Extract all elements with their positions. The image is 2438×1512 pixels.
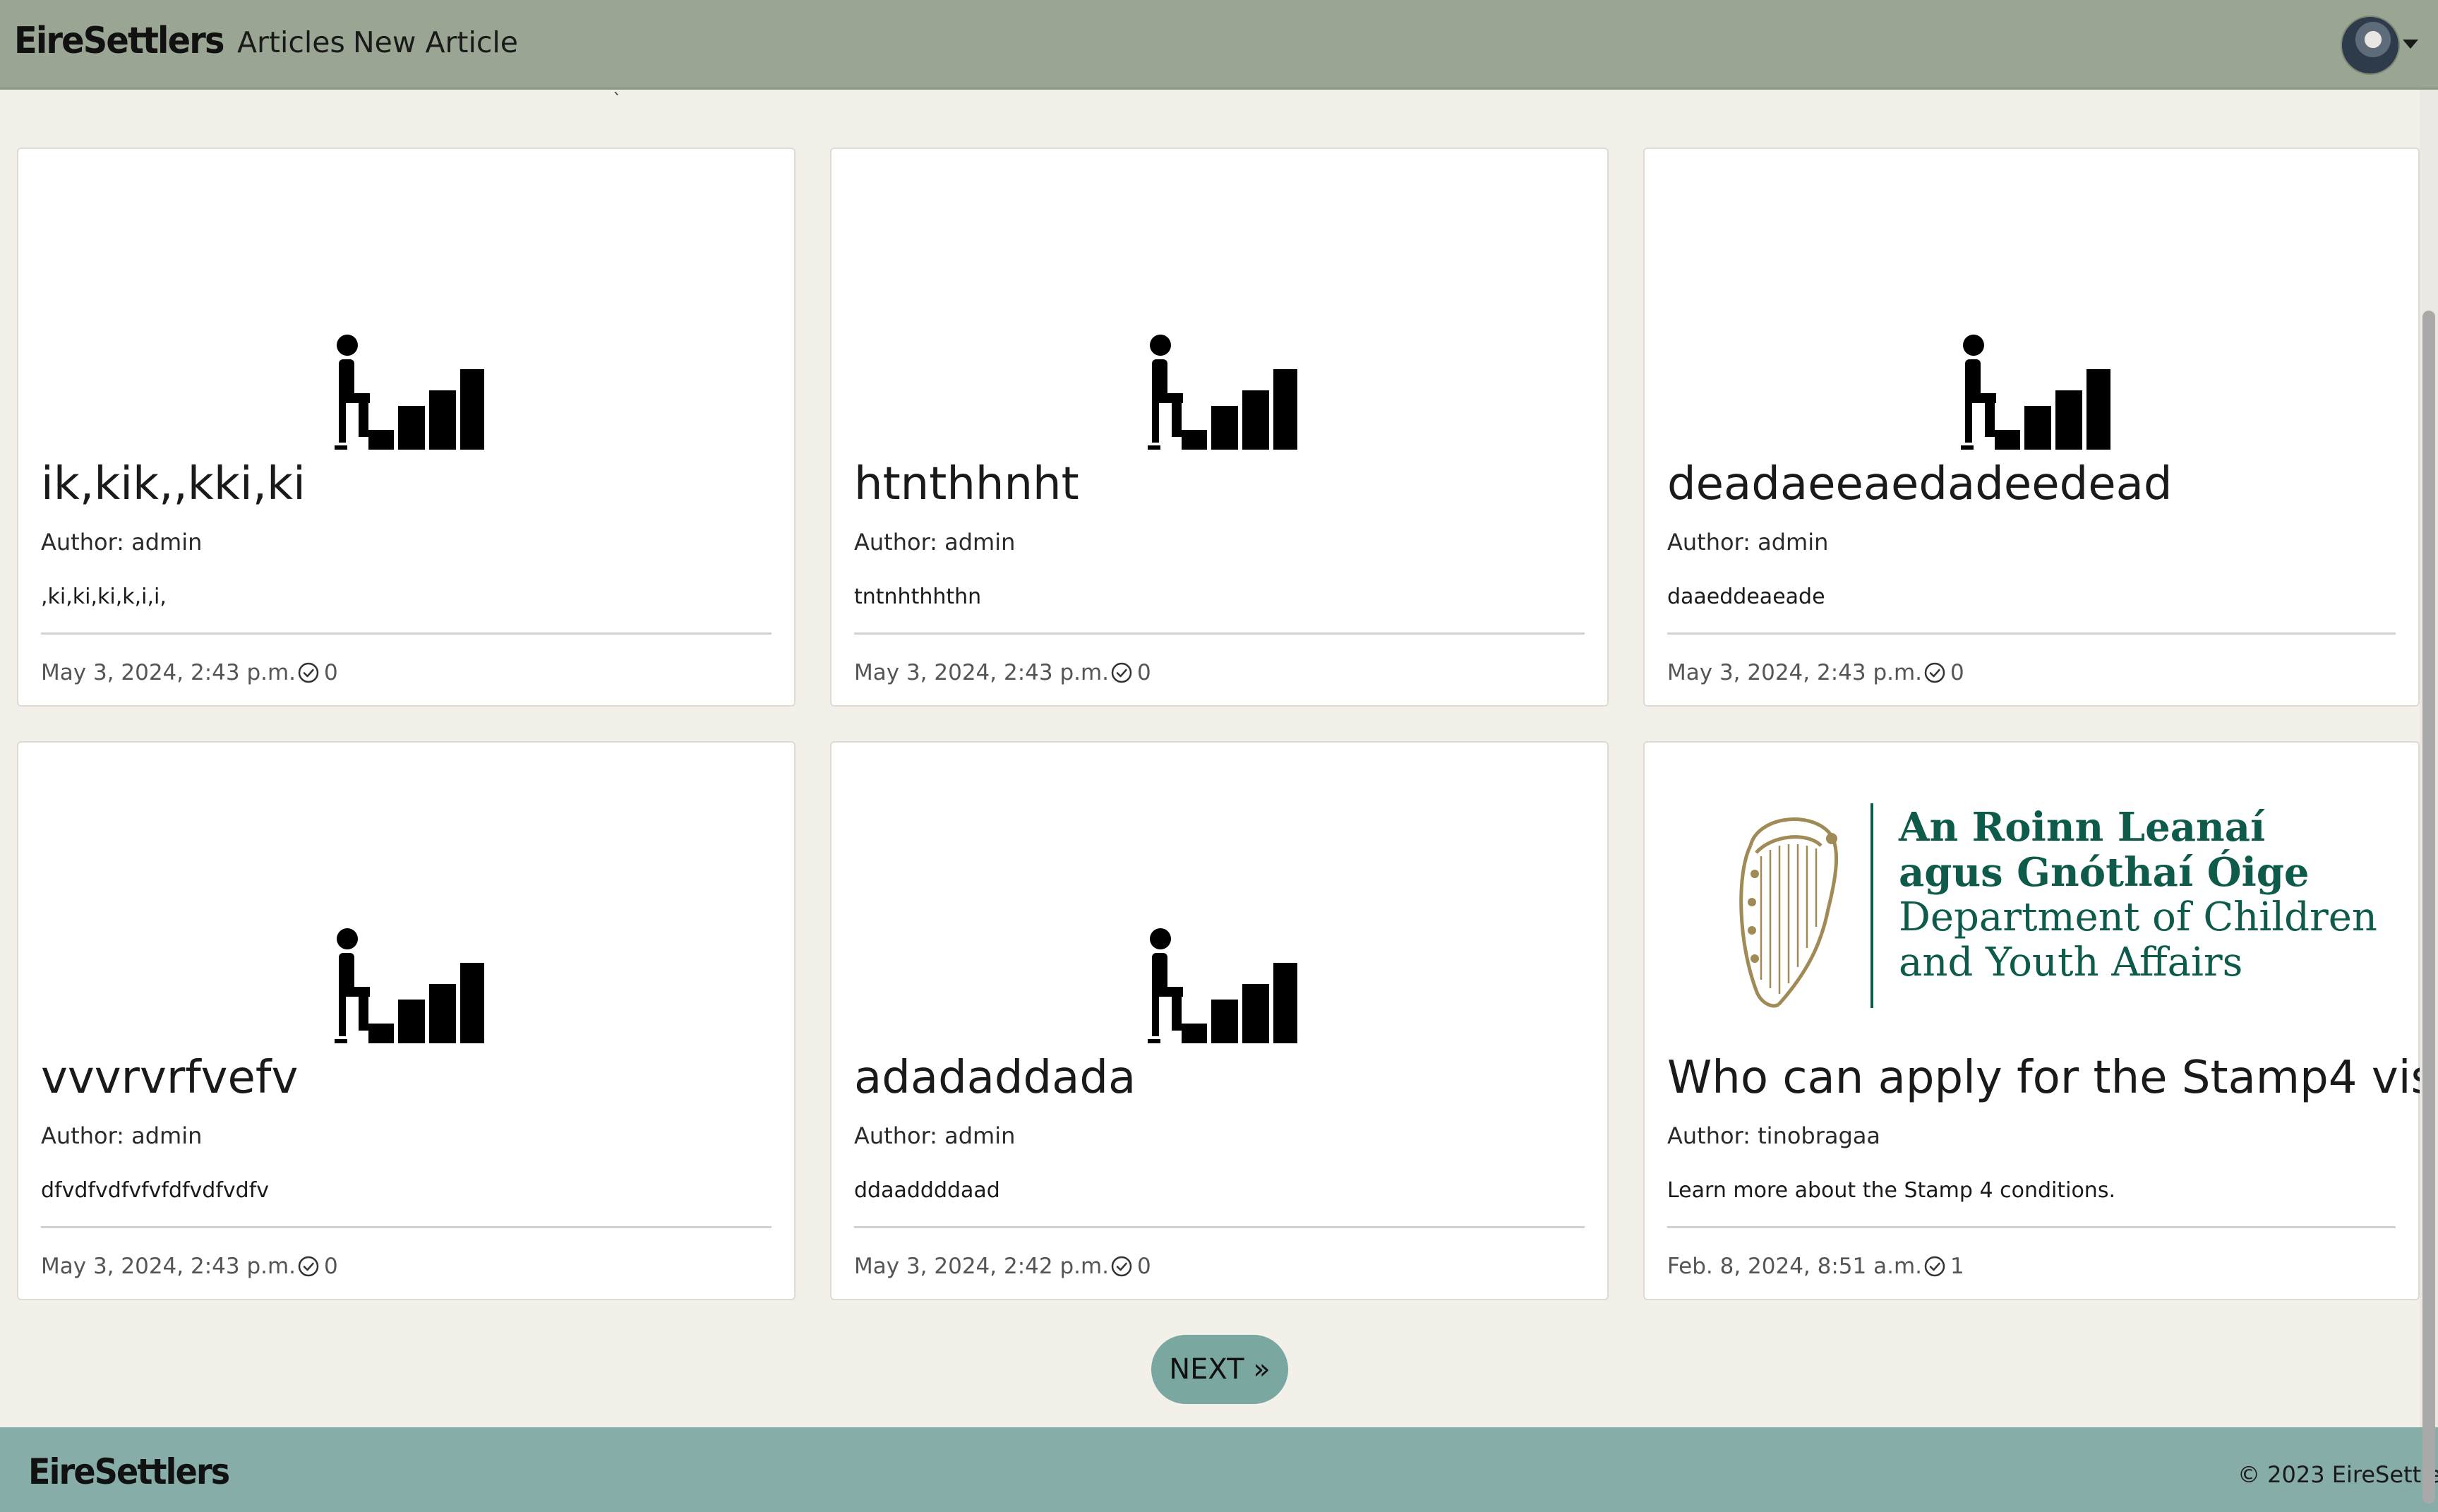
article-date: May 3, 2024, 2:43 p.m. [1667, 660, 1923, 685]
article-card[interactable]: htnthhnht Author: admin tntnhthhthn May … [830, 148, 1609, 707]
chevron-down-icon[interactable] [2403, 40, 2418, 49]
article-meta: Feb. 8, 2024, 8:51 a.m. 1 [1667, 1254, 1964, 1279]
check-circle-icon [1111, 1256, 1132, 1277]
dept-line-3: Department of Children [1899, 894, 2377, 940]
article-author: Author: admin [41, 1122, 203, 1149]
article-thumbnail [18, 743, 794, 1043]
approval-count: 0 [1137, 1254, 1151, 1279]
dept-line-2: agus Gnóthaí Óige [1899, 849, 2310, 896]
stairs-icon [1961, 335, 2110, 450]
article-author: Author: admin [1667, 529, 1829, 556]
check-circle-icon [1924, 1256, 1945, 1277]
article-date: May 3, 2024, 2:43 p.m. [854, 660, 1110, 685]
approval-count: 0 [324, 660, 338, 685]
stairs-icon [335, 335, 484, 450]
article-meta: May 3, 2024, 2:42 p.m. 0 [854, 1254, 1151, 1279]
article-thumbnail [831, 149, 1607, 450]
article-card[interactable]: adadaddada Author: admin ddaaddddaad May… [830, 741, 1609, 1300]
article-card[interactable]: ik,kik,,kki,ki Author: admin ,ki,ki,ki,k… [17, 148, 795, 707]
article-author: Author: admin [854, 529, 1016, 556]
department-logo: An Roinn Leanaí agus Gnóthaí Óige Depart… [1729, 803, 2377, 1015]
nav-link-new-article[interactable]: New Article [353, 25, 518, 59]
dept-line-4: and Youth Affairs [1899, 940, 2243, 985]
next-page-button[interactable]: NEXT » [1151, 1335, 1288, 1404]
check-circle-icon [1111, 662, 1132, 683]
logo-divider [1870, 803, 1873, 1008]
check-circle-icon [298, 1256, 319, 1277]
harp-icon [1739, 817, 1838, 1008]
footer-brand[interactable]: EireSettlers [28, 1451, 230, 1492]
nav-link-articles[interactable]: Articles [237, 25, 345, 59]
article-card[interactable]: deadaeeaedadeedead Author: admin daaedde… [1643, 148, 2420, 707]
approval-count: 1 [1950, 1254, 1964, 1279]
article-card[interactable]: vvvrvrfvefv Author: admin dfvdfvdfvfvfdf… [17, 741, 795, 1300]
article-excerpt: tntnhthhthn [854, 584, 982, 609]
article-excerpt: Learn more about the Stamp 4 conditions. [1667, 1178, 2115, 1203]
article-title[interactable]: Who can apply for the Stamp4 visa? [1667, 1052, 2438, 1104]
copyright-text: © 2023 EireSettlers [2238, 1461, 2438, 1488]
divider [1667, 1226, 2396, 1228]
divider [41, 1226, 771, 1228]
article-excerpt: dfvdfvdfvfvfdfvdfvdfv [41, 1178, 270, 1203]
article-title[interactable]: adadaddada [854, 1052, 1136, 1104]
stairs-icon [1148, 928, 1297, 1043]
article-thumbnail [1645, 149, 2418, 450]
article-author: Author: admin [41, 529, 203, 556]
article-author: Author: admin [854, 1122, 1016, 1149]
divider [1667, 632, 2396, 635]
approval-count: 0 [1950, 660, 1964, 685]
article-author: Author: tinobragaa [1667, 1122, 1881, 1149]
article-date: Feb. 8, 2024, 8:51 a.m. [1667, 1254, 1922, 1279]
approval-count: 0 [1137, 660, 1151, 685]
article-meta: May 3, 2024, 2:43 p.m. 0 [41, 1254, 338, 1279]
check-circle-icon [1924, 662, 1945, 683]
article-thumbnail [18, 149, 794, 450]
article-card[interactable]: An Roinn Leanaí agus Gnóthaí Óige Depart… [1643, 741, 2438, 1300]
article-excerpt: daaeddeaeade [1667, 584, 1825, 609]
department-name: An Roinn Leanaí agus Gnóthaí Óige Depart… [1899, 805, 2377, 985]
article-excerpt: ddaaddddaad [854, 1178, 1000, 1203]
approval-count: 0 [324, 1254, 338, 1279]
divider [854, 632, 1585, 635]
dept-line-1: An Roinn Leanaí [1899, 804, 2266, 851]
navbar: EireSettlers Articles New Article [0, 0, 2438, 90]
article-title[interactable]: htnthhnht [854, 458, 1079, 510]
avatar[interactable] [2341, 16, 2400, 75]
article-title[interactable]: ik,kik,,kki,ki [41, 458, 306, 510]
article-date: May 3, 2024, 2:43 p.m. [41, 1254, 296, 1279]
scrollbar-thumb[interactable] [2422, 311, 2435, 1504]
article-title[interactable]: vvvrvrfvefv [41, 1052, 298, 1104]
brand-logo[interactable]: EireSettlers [14, 20, 224, 62]
check-circle-icon [298, 662, 319, 683]
article-meta: May 3, 2024, 2:43 p.m. 0 [41, 660, 338, 685]
article-date: May 3, 2024, 2:43 p.m. [41, 660, 296, 685]
stray-character: ` [613, 90, 622, 112]
article-thumbnail: An Roinn Leanaí agus Gnóthaí Óige Depart… [1645, 743, 2418, 1039]
divider [41, 632, 771, 635]
article-date: May 3, 2024, 2:42 p.m. [854, 1254, 1110, 1279]
stairs-icon [1148, 335, 1297, 450]
divider [854, 1226, 1585, 1228]
article-title[interactable]: deadaeeaedadeedead [1667, 458, 2172, 510]
footer: EireSettlers © 2023 EireSettlers [0, 1427, 2438, 1512]
stairs-icon [335, 928, 484, 1043]
article-excerpt: ,ki,ki,ki,k,i,i, [41, 584, 167, 609]
article-thumbnail [831, 743, 1607, 1043]
article-meta: May 3, 2024, 2:43 p.m. 0 [1667, 660, 1964, 685]
article-meta: May 3, 2024, 2:43 p.m. 0 [854, 660, 1151, 685]
